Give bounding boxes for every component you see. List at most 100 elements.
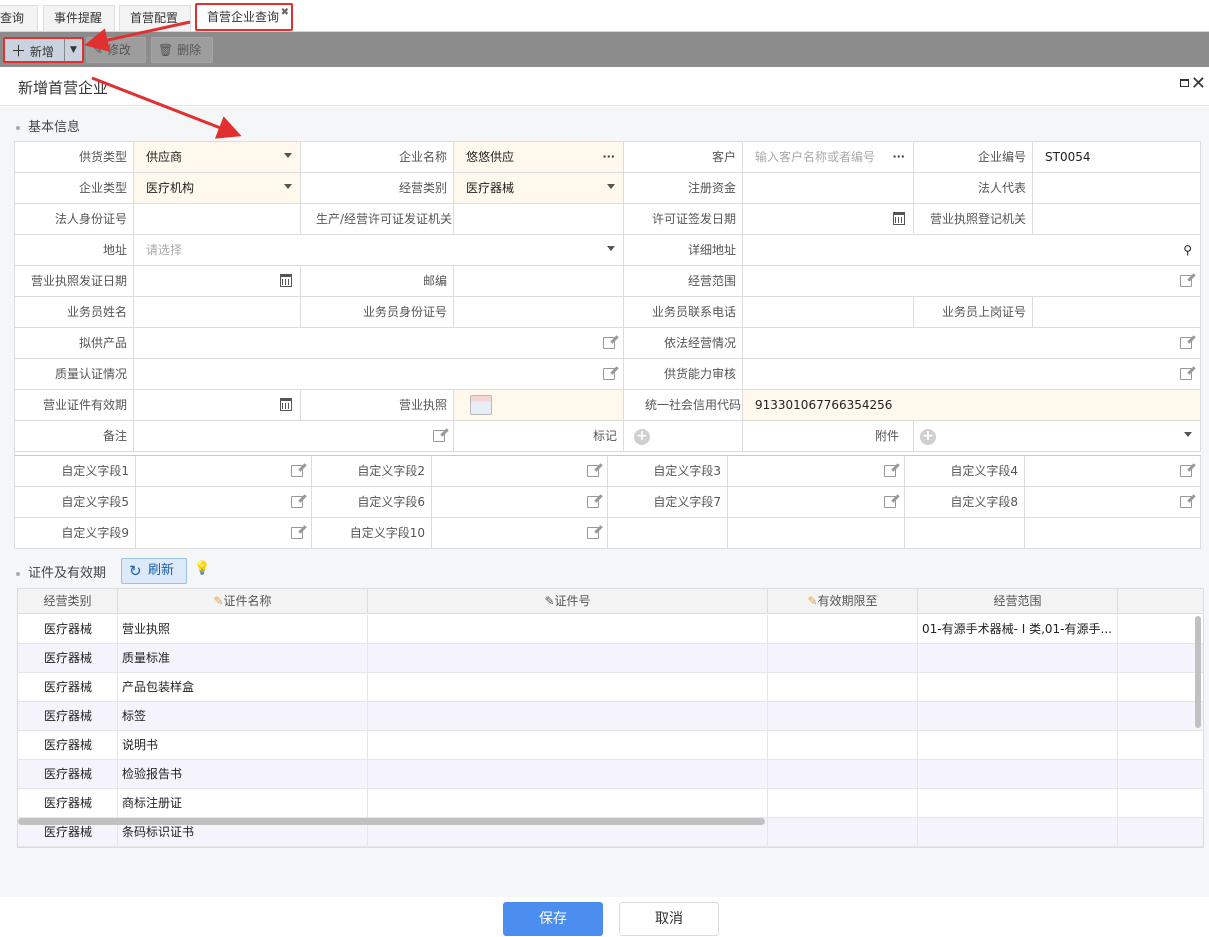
salesman-cert-input[interactable] [1033, 297, 1201, 328]
tab-event-reminder[interactable]: 事件提醒 [43, 5, 115, 31]
add-dropdown-button[interactable]: ▼ [64, 39, 82, 61]
tab-first-config[interactable]: 首营配置 [119, 5, 191, 31]
legal-operation-input[interactable] [743, 328, 1201, 359]
edit-icon[interactable] [603, 337, 615, 349]
edit-icon[interactable] [587, 527, 599, 539]
table-cell-name[interactable]: 检验报告书 [118, 760, 368, 789]
edit-icon[interactable] [1180, 465, 1192, 477]
table-cell-exp[interactable] [768, 615, 918, 644]
table-cell-name[interactable]: 产品包装样盒 [118, 673, 368, 702]
cancel-button[interactable]: 取消 [619, 902, 719, 936]
salesman-name-input[interactable] [134, 297, 301, 328]
location-pin-icon[interactable]: ⚲ [1183, 235, 1192, 265]
add-circle-icon[interactable]: + [920, 428, 936, 445]
image-upload-icon[interactable] [470, 395, 492, 415]
bizlicense-upload[interactable] [454, 390, 624, 421]
edit-icon[interactable] [291, 527, 303, 539]
more-icon[interactable]: ··· [892, 142, 905, 172]
attachment-select[interactable]: + [914, 421, 1201, 452]
table-cell-name[interactable]: 商标注册证 [118, 789, 368, 818]
table-cell-no[interactable] [368, 789, 768, 818]
bizlicense-authority-input[interactable] [1033, 204, 1201, 235]
license-issue-date-input[interactable] [743, 204, 914, 235]
company-code-input[interactable]: ST0054 [1033, 142, 1201, 173]
business-category-select[interactable]: 医疗器械 [454, 173, 624, 204]
supply-type-select[interactable]: 供应商 [134, 142, 301, 173]
tab-close-icon[interactable]: ✖ [281, 1, 289, 25]
refresh-button[interactable]: ↻ 刷新 [121, 558, 187, 584]
table-cell-no[interactable] [368, 673, 768, 702]
edit-icon[interactable] [884, 465, 896, 477]
add-circle-icon[interactable]: + [634, 428, 650, 445]
mark-add[interactable]: + [624, 421, 743, 452]
vertical-scrollbar[interactable] [1195, 616, 1201, 728]
table-cell-no[interactable] [368, 615, 768, 644]
company-name-input[interactable]: 悠悠供应 ··· [454, 142, 624, 173]
registered-capital-input[interactable] [743, 173, 914, 204]
table-cell-name[interactable]: 质量标准 [118, 644, 368, 673]
table-cell-no[interactable] [368, 644, 768, 673]
quality-cert-input[interactable] [134, 359, 624, 390]
edit-icon[interactable] [884, 496, 896, 508]
license-authority-input[interactable] [454, 204, 624, 235]
postcode-input[interactable] [454, 266, 624, 297]
table-cell-name[interactable]: 营业执照 [118, 615, 368, 644]
custom-field-6-input[interactable] [432, 487, 608, 518]
legal-id-input[interactable] [134, 204, 301, 235]
business-scope-input[interactable] [743, 266, 1201, 297]
calendar-icon[interactable] [280, 274, 292, 287]
table-cell-name[interactable]: 说明书 [118, 731, 368, 760]
proposed-products-input[interactable] [134, 328, 624, 359]
legal-rep-input[interactable] [1033, 173, 1201, 204]
customer-input[interactable]: 输入客户名称或者编号 ··· [743, 142, 914, 173]
salesman-phone-input[interactable] [743, 297, 914, 328]
company-type-select[interactable]: 医疗机构 [134, 173, 301, 204]
edit-button[interactable]: ✎ 修改 [86, 37, 146, 63]
more-icon[interactable]: ··· [602, 142, 615, 172]
edit-icon[interactable] [291, 465, 303, 477]
edit-icon[interactable] [433, 430, 445, 442]
table-cell-no[interactable] [368, 760, 768, 789]
custom-field-4-input[interactable] [1025, 456, 1201, 487]
custom-field-7-input[interactable] [728, 487, 905, 518]
table-cell-no[interactable] [368, 731, 768, 760]
delete-button[interactable]: 🗑 删除 [151, 37, 213, 63]
custom-field-9-input[interactable] [136, 518, 312, 549]
table-cell-exp[interactable] [768, 760, 918, 789]
horizontal-scrollbar[interactable] [18, 818, 765, 825]
edit-icon[interactable] [1180, 496, 1192, 508]
custom-field-10-input[interactable] [432, 518, 608, 549]
table-cell-exp[interactable] [768, 673, 918, 702]
salesman-id-input[interactable] [454, 297, 624, 328]
custom-field-5-input[interactable] [136, 487, 312, 518]
edit-icon[interactable] [603, 368, 615, 380]
table-cell-no[interactable] [368, 702, 768, 731]
table-cell-name[interactable]: 标签 [118, 702, 368, 731]
credit-code-input[interactable]: 913301067766354256 [743, 390, 1201, 421]
custom-field-1-input[interactable] [136, 456, 312, 487]
close-icon[interactable]: ✕ [1191, 73, 1206, 94]
calendar-icon[interactable] [893, 212, 905, 225]
edit-icon[interactable] [1180, 337, 1192, 349]
tab-query[interactable]: 查询 [0, 5, 38, 31]
edit-icon[interactable] [587, 496, 599, 508]
edit-icon[interactable] [587, 465, 599, 477]
table-cell-exp[interactable] [768, 818, 918, 847]
detail-address-input[interactable]: ⚲ [743, 235, 1201, 266]
add-button[interactable]: ＋ 新增 ▼ [3, 37, 84, 63]
table-cell-exp[interactable] [768, 644, 918, 673]
cert-validity-input[interactable] [134, 390, 301, 421]
maximize-icon[interactable] [1180, 79, 1189, 87]
edit-icon[interactable] [1180, 368, 1192, 380]
lightbulb-icon[interactable]: 💡 [194, 561, 210, 576]
bizlicense-date-input[interactable] [134, 266, 301, 297]
save-button[interactable]: 保存 [503, 902, 603, 936]
table-cell-exp[interactable] [768, 731, 918, 760]
address-select[interactable]: 请选择 [134, 235, 624, 266]
edit-icon[interactable] [1180, 275, 1192, 287]
custom-field-3-input[interactable] [728, 456, 905, 487]
calendar-icon[interactable] [280, 398, 292, 411]
custom-field-8-input[interactable] [1025, 487, 1201, 518]
tab-first-company-query[interactable]: 首营企业查询 ✖ [195, 3, 293, 31]
table-cell-exp[interactable] [768, 789, 918, 818]
